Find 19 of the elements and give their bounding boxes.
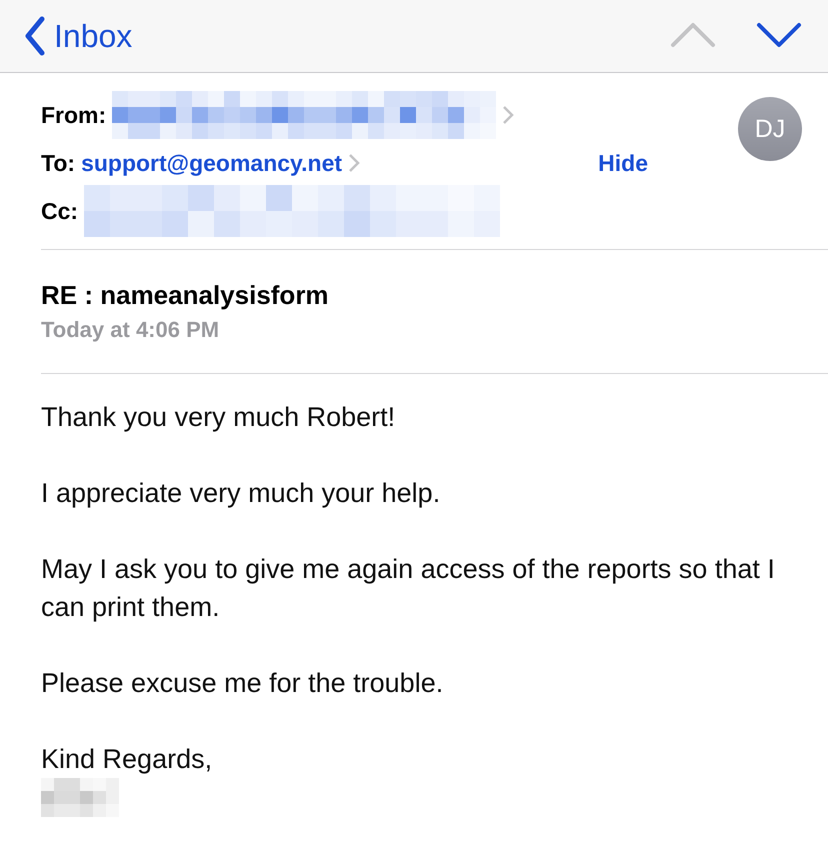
sender-avatar: DJ <box>738 97 802 161</box>
down-chevron-icon <box>756 22 802 48</box>
from-label: From: <box>41 102 106 128</box>
date: Today at 4:06 PM <box>41 317 220 343</box>
recipient-link[interactable]: support@geomancy.net <box>81 150 342 176</box>
body-paragraph: Please excuse me for the trouble. <box>41 667 444 700</box>
body-paragraph: I appreciate very much your help. <box>41 477 442 510</box>
chevron-right-icon <box>502 105 514 125</box>
body-paragraph: Thank you very much Robert! <box>41 401 396 434</box>
subject: RE : nameanalysisform <box>41 280 330 311</box>
back-button[interactable]: Inbox <box>24 16 132 56</box>
hide-link[interactable]: Hide <box>598 150 648 176</box>
back-chevron-icon <box>24 16 46 56</box>
up-chevron-icon <box>670 22 716 48</box>
body-paragraph: May I ask you to give me again access of the reports so that I can print them. <box>41 553 776 624</box>
to-label: To: <box>41 150 76 176</box>
body-paragraph: Kind Regards, <box>41 743 214 776</box>
cc-label: Cc: <box>41 198 78 224</box>
chevron-right-icon <box>348 153 360 173</box>
